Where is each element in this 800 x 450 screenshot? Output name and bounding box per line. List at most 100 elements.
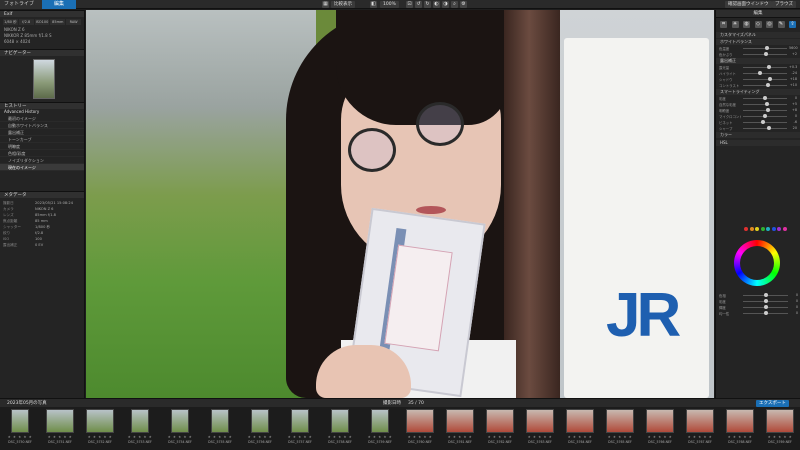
- rating-stars[interactable]: ★ ★ ★ ★ ★: [280, 435, 320, 439]
- history-item-current[interactable]: 現在のイメージ: [0, 164, 84, 171]
- export-icon[interactable]: ⇪: [789, 21, 796, 28]
- slider-track[interactable]: [743, 101, 787, 106]
- export-button[interactable]: エクスポート: [756, 400, 789, 407]
- navigator-section-title[interactable]: ナビゲーター: [0, 49, 84, 56]
- slider-track[interactable]: [743, 125, 787, 130]
- browse-button[interactable]: ブラウズ: [772, 1, 796, 8]
- compare-button[interactable]: 比較表示: [331, 1, 355, 8]
- folder-path[interactable]: 2023年05月の写真: [4, 400, 50, 407]
- slider-track[interactable]: [743, 119, 787, 124]
- slider-knob[interactable]: [763, 51, 768, 56]
- slider-track[interactable]: [743, 292, 788, 297]
- filmstrip-thumbnail[interactable]: ★ ★ ★ ★ ★ DSC_5767.NEF: [680, 409, 720, 447]
- rating-stars[interactable]: ★ ★ ★ ★ ★: [320, 435, 360, 439]
- loupe-icon[interactable]: ⌕: [451, 1, 458, 8]
- history-item[interactable]: 露出補正: [0, 129, 84, 136]
- slider-track[interactable]: [743, 64, 787, 69]
- grid-view-icon[interactable]: ▦: [322, 1, 329, 8]
- slider-knob[interactable]: [763, 292, 768, 297]
- slider-track[interactable]: [743, 51, 787, 56]
- filmstrip-thumbnail[interactable]: ★ ★ ★ ★ ★ DSC_5766.NEF: [640, 409, 680, 447]
- slider-knob[interactable]: [760, 119, 765, 124]
- hsl-color-dot[interactable]: [755, 227, 759, 231]
- slider-track[interactable]: [743, 95, 787, 100]
- history-item[interactable]: トーンカーブ: [0, 136, 84, 143]
- filmstrip-thumbnail[interactable]: ★ ★ ★ ★ ★ DSC_5762.NEF: [480, 409, 520, 447]
- slider-knob[interactable]: [764, 101, 769, 106]
- filmstrip-thumbnail[interactable]: ★ ★ ★ ★ ★ DSC_5763.NEF: [520, 409, 560, 447]
- hsl-color-dot[interactable]: [777, 227, 781, 231]
- hsl-color-dot[interactable]: [782, 227, 787, 231]
- rating-stars[interactable]: ★ ★ ★ ★ ★: [640, 435, 680, 439]
- local-icon[interactable]: ✎: [777, 21, 785, 28]
- history-item[interactable]: 色相/彩度: [0, 150, 84, 157]
- exif-section-title[interactable]: Exif: [0, 10, 84, 17]
- rating-stars[interactable]: ★ ★ ★ ★ ★: [200, 435, 240, 439]
- filmstrip-thumbnail[interactable]: ★ ★ ★ ★ ★ DSC_5754.NEF: [160, 409, 200, 447]
- filmstrip-thumbnail[interactable]: ★ ★ ★ ★ ★ DSC_5759.NEF: [360, 409, 400, 447]
- navigator-thumbnail[interactable]: [33, 59, 55, 99]
- history-item[interactable]: ノイズリダクション: [0, 157, 84, 164]
- rotate-right-icon[interactable]: ↻: [424, 1, 431, 8]
- rating-stars[interactable]: ★ ★ ★ ★ ★: [440, 435, 480, 439]
- crop-icon[interactable]: ⌗: [720, 21, 727, 28]
- rating-stars[interactable]: ★ ★ ★ ★ ★: [240, 435, 280, 439]
- hsl-color-dot[interactable]: [771, 227, 776, 231]
- slider-knob[interactable]: [763, 304, 768, 309]
- slider-knob[interactable]: [757, 70, 762, 75]
- photo-viewer[interactable]: JR: [86, 10, 714, 398]
- rating-stars[interactable]: ★ ★ ★ ★ ★: [600, 435, 640, 439]
- rating-stars[interactable]: ★ ★ ★ ★ ★: [720, 435, 760, 439]
- rating-stars[interactable]: ★ ★ ★ ★ ★: [0, 435, 40, 439]
- settings-icon[interactable]: ⚙: [460, 1, 467, 8]
- slider-knob[interactable]: [763, 298, 768, 303]
- rating-stars[interactable]: ★ ★ ★ ★ ★: [520, 435, 560, 439]
- adjust-slider[interactable]: 均一性 0: [716, 310, 800, 316]
- detail-icon[interactable]: ◇: [754, 21, 762, 28]
- slider-track[interactable]: [743, 107, 787, 112]
- preview-window-button[interactable]: 確認画面ウインドウ: [725, 1, 772, 8]
- filmstrip-thumbnail[interactable]: ★ ★ ★ ★ ★ DSC_5761.NEF: [440, 409, 480, 447]
- light-icon[interactable]: ☀: [731, 21, 739, 28]
- tab-edit[interactable]: 編集: [42, 0, 76, 9]
- adjust-slider[interactable]: シャープ 20: [716, 125, 800, 131]
- filmstrip-thumbnail[interactable]: ★ ★ ★ ★ ★ DSC_5752.NEF: [80, 409, 120, 447]
- filmstrip-thumbnail[interactable]: ★ ★ ★ ★ ★ DSC_5755.NEF: [200, 409, 240, 447]
- history-item[interactable]: 自動ホワイトバランス: [0, 122, 84, 129]
- history-section-title[interactable]: ヒストリー: [0, 102, 84, 109]
- slider-track[interactable]: [743, 82, 787, 87]
- metadata-section-title[interactable]: メタデータ: [0, 191, 84, 198]
- filmstrip-thumbnail[interactable]: ★ ★ ★ ★ ★ DSC_5750.NEF: [0, 409, 40, 447]
- rating-stars[interactable]: ★ ★ ★ ★ ★: [80, 435, 120, 439]
- filmstrip-thumbnail[interactable]: ★ ★ ★ ★ ★ DSC_5751.NEF: [40, 409, 80, 447]
- rating-stars[interactable]: ★ ★ ★ ★ ★: [40, 435, 80, 439]
- slider-track[interactable]: [743, 45, 787, 50]
- filmstrip-thumbnail[interactable]: ★ ★ ★ ★ ★ DSC_5765.NEF: [600, 409, 640, 447]
- section-hsl[interactable]: HSL: [716, 140, 800, 146]
- rating-stars[interactable]: ★ ★ ★ ★ ★: [160, 435, 200, 439]
- slider-knob[interactable]: [763, 113, 767, 118]
- hsl-color-dot[interactable]: [760, 227, 765, 231]
- rating-stars[interactable]: ★ ★ ★ ★ ★: [360, 435, 400, 439]
- adjust-slider[interactable]: 色かぶり +2: [716, 51, 800, 57]
- shadow-warning-icon[interactable]: ◑: [442, 1, 449, 8]
- hsl-color-dot[interactable]: [749, 227, 754, 231]
- hsl-color-dot[interactable]: [744, 227, 748, 231]
- rotate-left-icon[interactable]: ↺: [415, 1, 422, 8]
- fit-icon[interactable]: ⊡: [406, 1, 413, 8]
- hsl-color-dot[interactable]: [766, 227, 770, 231]
- rating-stars[interactable]: ★ ★ ★ ★ ★: [680, 435, 720, 439]
- tab-photo-library[interactable]: フォトライブラリ: [0, 0, 42, 16]
- slider-track[interactable]: [743, 304, 788, 309]
- slider-track[interactable]: [743, 298, 788, 303]
- slider-knob[interactable]: [766, 125, 771, 130]
- slider-track[interactable]: [743, 76, 787, 81]
- filmstrip-thumbnail[interactable]: ★ ★ ★ ★ ★ DSC_5757.NEF: [280, 409, 320, 447]
- slider-knob[interactable]: [765, 82, 770, 87]
- before-after-icon[interactable]: ◧: [370, 1, 377, 8]
- filmstrip-thumbnail[interactable]: ★ ★ ★ ★ ★ DSC_5758.NEF: [320, 409, 360, 447]
- slider-track[interactable]: [743, 310, 788, 315]
- filmstrip-thumbnail[interactable]: ★ ★ ★ ★ ★ DSC_5768.NEF: [720, 409, 760, 447]
- slider-knob[interactable]: [767, 64, 772, 69]
- highlight-warning-icon[interactable]: ◐: [433, 1, 440, 8]
